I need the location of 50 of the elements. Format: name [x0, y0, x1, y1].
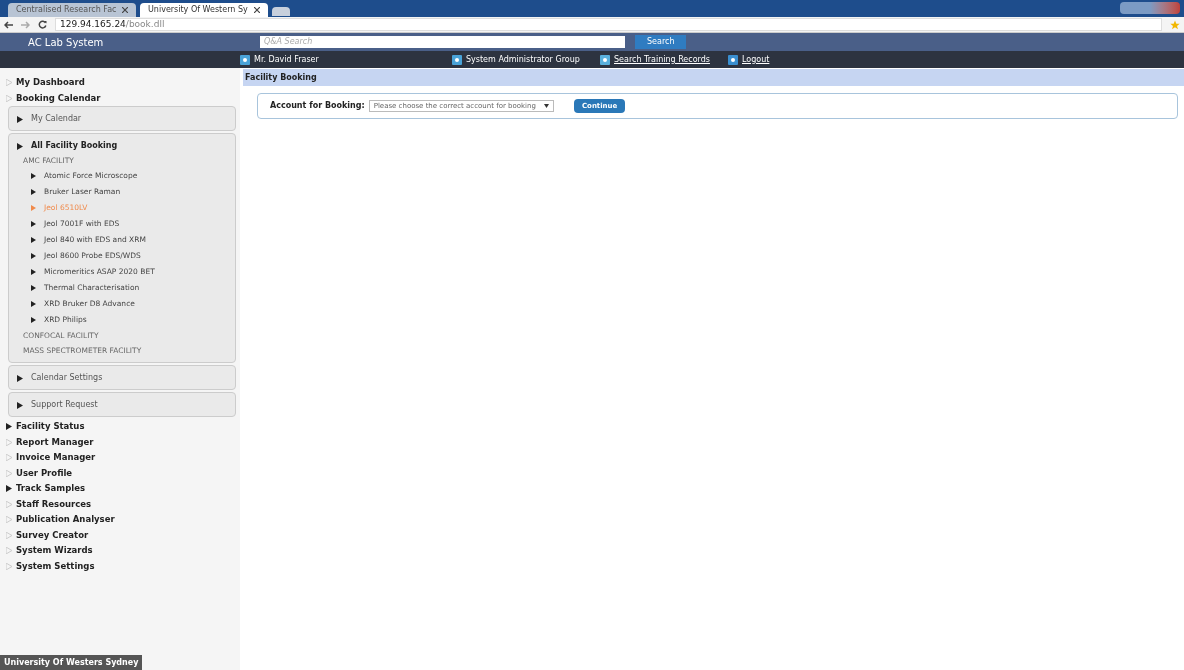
triangle-icon [31, 269, 36, 275]
triangle-icon [17, 115, 23, 123]
back-icon[interactable] [4, 20, 13, 29]
sidebar-item[interactable]: System Wizards [4, 543, 236, 559]
triangle-icon [17, 142, 23, 150]
sidebar-item[interactable]: System Settings [4, 558, 236, 574]
user-bar-link[interactable]: Search Training Records [614, 53, 710, 66]
search-field[interactable]: Q&A Search [260, 36, 625, 48]
star-icon[interactable] [1170, 19, 1180, 30]
triangle-icon [17, 401, 23, 409]
submenu-item[interactable]: Support Request [17, 398, 227, 412]
sidebar-item[interactable]: User Profile [4, 465, 236, 481]
new-tab-button[interactable] [272, 7, 290, 16]
triangle-icon [31, 205, 36, 211]
submenu-item[interactable]: All Facility Booking [17, 139, 227, 153]
sidebar-item[interactable]: Facility Status [4, 419, 236, 435]
triangle-icon [31, 317, 36, 323]
sidebar-item[interactable]: Track Samples [4, 481, 236, 497]
address-bar[interactable]: 129.94.165.24/book.dll [55, 18, 1162, 31]
user-bar-label: System Administrator Group [466, 53, 580, 66]
user-bar-label: Mr. David Fraser [254, 53, 319, 66]
triangle-icon [31, 301, 36, 307]
triangle-icon [31, 173, 36, 179]
app-title: AC Lab System [27, 35, 105, 50]
browser-tab[interactable]: University Of Western Sy [140, 3, 268, 17]
sidebar-item[interactable]: Publication Analyser [4, 512, 236, 528]
submenu-item[interactable]: My Calendar [17, 112, 227, 126]
close-icon[interactable] [254, 7, 260, 13]
sidebar-item[interactable]: Booking Calendar [4, 90, 236, 106]
triangle-icon [17, 374, 23, 382]
account-label: Account for Booking: [270, 100, 365, 112]
dropdown-caret-icon [543, 104, 549, 108]
triangle-icon [31, 253, 36, 259]
sidebar-item[interactable]: My Dashboard [4, 75, 236, 91]
close-icon[interactable] [122, 7, 128, 13]
submenu-item[interactable]: Calendar Settings [17, 371, 227, 385]
sidebar-item[interactable]: Survey Creator [4, 527, 236, 543]
triangle-icon [31, 221, 36, 227]
sidebar-item[interactable]: Report Manager [4, 434, 236, 450]
search-button[interactable]: Search [635, 35, 687, 49]
sidebar-item[interactable]: Staff Resources [4, 496, 236, 512]
footer-label: University Of Westers Sydney [0, 655, 143, 670]
triangle-icon [31, 189, 36, 195]
triangle-icon [31, 237, 36, 243]
page-title-bar: Facility Booking [243, 69, 1184, 86]
reload-icon[interactable] [38, 20, 47, 29]
browser-tab[interactable]: Centralised Research Fac [8, 3, 136, 17]
user-bar-link[interactable]: Logout [742, 53, 770, 66]
triangle-icon [31, 285, 36, 291]
sidebar-item[interactable]: Invoice Manager [4, 450, 236, 466]
